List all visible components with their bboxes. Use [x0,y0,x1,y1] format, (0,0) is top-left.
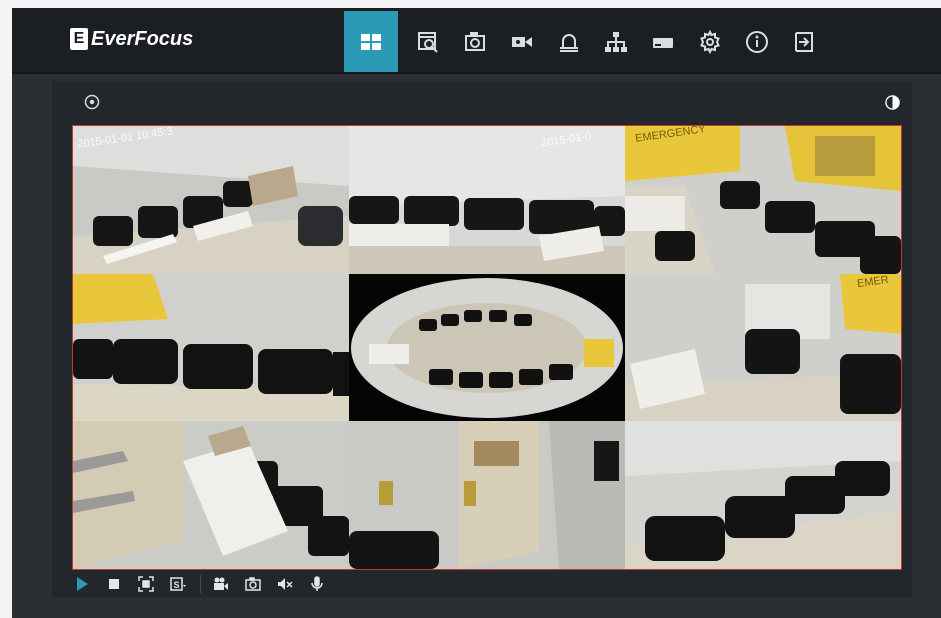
record-button[interactable] [211,574,231,594]
app-frame: E EverFocus 2015-01-01 10:45:3 2015-01-0… [12,8,941,618]
settings-gear-icon [699,29,720,54]
nav-record[interactable] [498,11,545,72]
stop-icon [109,579,119,589]
play-button[interactable] [72,574,92,594]
snapshot-icon [245,577,261,591]
nav-alarm[interactable] [545,11,592,72]
stream-select-button[interactable]: S [168,574,188,594]
camera-feed-1 [73,126,349,274]
camera-feed-7 [73,421,349,569]
play-icon [77,577,88,591]
stream-select-icon: S [170,577,186,591]
storage-icon [652,37,673,48]
camera-feed-8 [349,421,625,569]
network-icon [604,31,627,52]
mute-icon [278,578,293,590]
camera-tile-6[interactable]: EMER [625,274,901,421]
camera-tile-9[interactable] [625,421,901,569]
nav-settings[interactable] [686,11,733,72]
panel-header [52,81,912,125]
nav-snapshot[interactable] [451,11,498,72]
logout-icon [794,31,813,52]
camera-tile-8[interactable] [349,421,625,569]
fullscreen-button[interactable] [136,574,156,594]
camera-feed-3 [625,126,901,274]
top-navigation-bar: E EverFocus [12,8,941,74]
alarm-bell-icon [559,33,578,52]
camera-feed-6 [625,274,901,421]
mute-button[interactable] [275,574,295,594]
fullscreen-icon [138,576,154,592]
live-view-grid-icon [361,33,381,50]
camera-tile-4[interactable] [73,274,349,421]
microphone-icon [311,576,323,591]
camera-feed-4 [73,274,349,421]
info-icon [745,30,768,53]
live-view-panel: 2015-01-01 10:45:3 2015-01-0 EMERGENCY E… [52,81,912,597]
camera-tile-7[interactable] [73,421,349,569]
contrast-icon[interactable] [885,95,900,110]
logo-mark: E [70,28,88,50]
nav-live-view[interactable] [344,11,398,72]
snapshot-button[interactable] [243,574,263,594]
stop-button[interactable] [104,574,124,594]
camera-tile-5[interactable] [349,274,625,421]
record-camera-icon [511,36,532,47]
camera-feed-9 [625,421,901,569]
camera-tile-1[interactable]: 2015-01-01 10:45:3 [73,126,349,274]
nav-logout[interactable] [780,11,827,72]
camera-tile-2[interactable]: 2015-01-0 [349,126,625,274]
playback-icon [417,31,438,53]
brand-name: EverFocus [91,27,194,50]
nav-network[interactable] [592,11,639,72]
camera-tile-3[interactable]: EMERGENCY [625,126,901,274]
ptz-control-icon[interactable] [84,94,100,110]
playback-controls: S [72,571,900,597]
everfocus-logo: E EverFocus [70,24,193,54]
nav-info[interactable] [733,11,780,72]
nav-playback[interactable] [404,11,451,72]
controls-divider [200,575,201,593]
svg-text:S: S [174,580,180,590]
microphone-button[interactable] [307,574,327,594]
camera-grid: 2015-01-01 10:45:3 2015-01-0 EMERGENCY E… [72,125,902,570]
nav-storage[interactable] [639,11,686,72]
camera-feed-2 [349,126,625,274]
camera-feed-5-fisheye [349,274,625,421]
main-nav [344,11,827,72]
record-icon [214,577,228,590]
snapshot-icon [464,31,485,51]
